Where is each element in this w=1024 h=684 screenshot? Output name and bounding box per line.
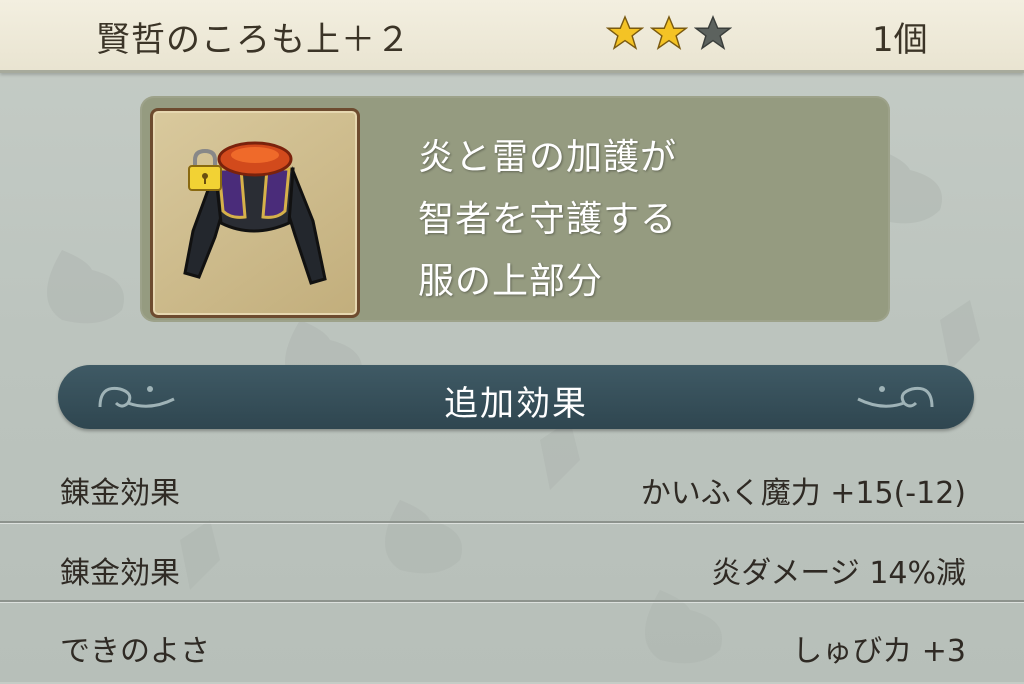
item-header: 賢哲のころも上＋２ 1個 [0,0,1024,73]
item-count: 1個 [872,20,928,60]
section-title: 追加効果 [444,384,588,424]
description-line-2: 智者を守護する [418,199,678,240]
effect-row: 錬金効果 かいふく魔力 +15(-12) [0,448,1024,526]
effect-row: 錬金効果 炎ダメージ 14%減 [0,528,1024,606]
additional-effects-header: 追加効果 [58,365,974,429]
star-icon [650,14,688,50]
item-icon-frame[interactable] [150,108,360,318]
lock-icon [188,148,222,191]
description-line-3: 服の上部分 [418,261,604,302]
description-line-1: 炎と雷の加護が [418,137,678,178]
effect-value: しゅびカ +3 [792,634,966,669]
scroll-ornament-right-icon [857,386,934,408]
effect-label: できのよさ [60,634,210,669]
item-name: 賢哲のころも上＋２ [96,20,411,60]
row-divider [0,521,1024,523]
effect-label: 錬金効果 [60,556,180,591]
star-icon [694,14,732,50]
effect-label: 錬金効果 [60,476,180,511]
rarity-stars [606,14,732,52]
row-divider [0,600,1024,602]
star-icon [606,14,644,50]
effect-value: 炎ダメージ 14%減 [711,556,966,591]
effect-row: できのよさ しゅびカ +3 [0,606,1024,684]
purple-robe-top-icon [183,141,327,285]
effect-value: かいふく魔力 +15(-12) [640,476,966,511]
